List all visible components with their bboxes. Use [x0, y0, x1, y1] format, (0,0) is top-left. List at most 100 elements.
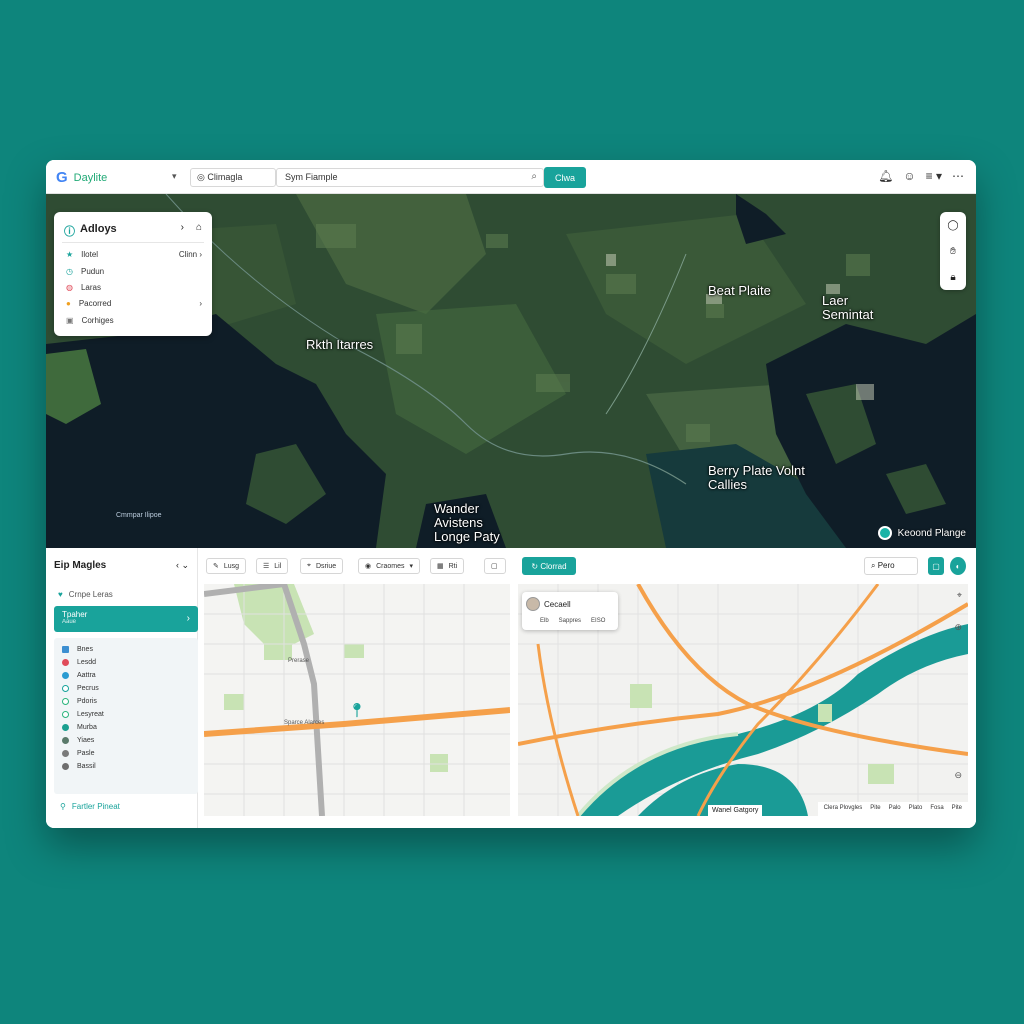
chevron-down-icon: ▾ [409, 563, 414, 570]
map-label-bern: Berry Plate Volnt Callies [708, 463, 805, 492]
clock-icon: ◷ [66, 267, 73, 276]
sidebar-item[interactable]: Bnes [62, 646, 93, 653]
sidebar-item[interactable]: Pdoris [62, 698, 97, 705]
go-button[interactable]: Clwa [544, 167, 586, 188]
toolbar-btn-label: Dsriue [315, 562, 337, 570]
sidebar-item[interactable]: Lesdd [62, 659, 96, 666]
pencil-icon: ✎ [213, 563, 219, 570]
legend-label: Keoond Plange [897, 527, 966, 539]
dot-icon [62, 711, 69, 718]
chevron-right-icon[interactable]: › [181, 222, 184, 233]
legend-item[interactable]: Pite [952, 805, 962, 813]
sidebar-item[interactable]: Murba [62, 724, 97, 731]
sidebar-item[interactable]: Bassil [62, 763, 96, 770]
sidebar-item-label: Pasle [77, 750, 95, 757]
legend-item[interactable]: Clera Plovgles [824, 805, 863, 813]
user-icon[interactable]: ☺ [903, 169, 915, 183]
layer-item-pacorred[interactable]: ● Pacorred [66, 299, 111, 308]
toolbar-btn-edit[interactable]: ✎ Lusg [206, 558, 247, 574]
compass-icon[interactable]: ◯ [947, 220, 958, 231]
map-label-beat: Beat Plaite [708, 283, 771, 298]
sidebar-item[interactable]: Aattra [62, 672, 96, 679]
location-icon[interactable]: ⌖ [957, 590, 962, 601]
sidebar-item-label: Aattra [77, 672, 96, 679]
sidebar-item[interactable]: Pasle [62, 750, 95, 757]
layer-label: Pacorred [78, 299, 112, 308]
street-map-left-graphic [204, 584, 510, 816]
logo-mark: G [56, 169, 68, 186]
layer-label: Laras [80, 283, 101, 292]
layer-item-corhiges[interactable]: ▣ Corhiges [66, 316, 114, 325]
chevron-right-icon[interactable]: › [199, 299, 202, 308]
chevron-right-icon: › [186, 613, 190, 624]
grid-icon: ▣ [66, 316, 74, 325]
settings-button[interactable]: ◐ [950, 557, 966, 575]
sidebar: Eip Magles ‹ ⌄ ♥ Crnpe Leras Tpaher Aaue… [46, 548, 198, 828]
map-label-kith: Rkth Itarres [306, 337, 374, 352]
toolbar-btn-extra[interactable]: ▢ [484, 558, 506, 574]
toolbar-btn-compare[interactable]: ◉ Craomes ▾ [358, 558, 421, 574]
sidebar-item-active[interactable]: Tpaher Aaue › [54, 606, 198, 632]
top-icons: 🔔︎ ☺ ≡ ▾ ⋯ [878, 169, 964, 183]
brand-name: Daylite [73, 171, 108, 184]
map-caption: Wanel Gatgory [708, 805, 763, 816]
search-icon[interactable]: ⌕ [531, 171, 537, 182]
layer-item-hotel[interactable]: ★ Ilotel [66, 250, 98, 259]
app-logo[interactable]: G Daylite [56, 169, 107, 186]
location-pin-icon[interactable]: 📍︎ [348, 702, 366, 719]
legend-item[interactable]: Palo [889, 805, 901, 813]
filter-button[interactable]: ▢ [928, 557, 944, 575]
sidebar-item-label: Bassil [77, 763, 96, 770]
sidebar-controls[interactable]: ‹ ⌄ [176, 560, 189, 571]
map-search-input[interactable]: ⌕ Pero [864, 557, 918, 575]
layer-extra-label: Clinn [178, 250, 198, 259]
sidebar-subtitle[interactable]: ♥ Crnpe Leras [58, 590, 113, 599]
pan-icon[interactable]: ✋︎ [950, 246, 956, 257]
location-field[interactable]: ◎ Climagla [190, 168, 276, 187]
sidebar-item[interactable]: Lesyreat [62, 711, 104, 718]
toolbar-btn-rti[interactable]: ▦ Rti [430, 558, 465, 574]
layer-extra[interactable]: Clinn › [179, 250, 202, 259]
map-small-label: Cmmpar Ilipoe [116, 512, 162, 519]
home-icon[interactable]: ⌂ [196, 222, 202, 233]
sidebar-subtitle-label: Crnpe Leras [68, 590, 113, 599]
legend-item[interactable]: Fosa [930, 805, 943, 813]
user-icon: ⚲ [60, 802, 66, 811]
dot-icon [62, 724, 69, 731]
satellite-map[interactable]: Rkth Itarres Beat Plaite Laer Semintat B… [46, 194, 976, 548]
street-map-right[interactable]: Cecaell Elb Sappres EISO ⌖ ⊕ ⊖ Wanel Gat… [518, 584, 968, 816]
park-label: Prerase [288, 658, 310, 664]
toolbar-btn-drive[interactable]: ⌖ Dsriue [300, 558, 344, 574]
sidebar-item[interactable]: Yiaes [62, 737, 94, 744]
dot-icon [62, 672, 69, 679]
zoom-in-icon[interactable]: ⊕ [954, 622, 962, 633]
location-value: Climagla [207, 172, 243, 182]
sidebar-item[interactable]: Pecrus [62, 685, 99, 692]
map-legend: Keoond Plange [877, 526, 966, 540]
star-icon: ★ [66, 250, 74, 259]
legend-item[interactable]: Plato [909, 805, 923, 813]
place-card[interactable]: Cecaell Elb Sappres EISO [522, 592, 618, 630]
sidebar-item-label: Lesyreat [77, 711, 104, 718]
sidebar-footer[interactable]: ⚲ Fartler Pineat [60, 802, 120, 811]
primary-button[interactable]: ↻ Clorrad [522, 557, 576, 575]
calendar-icon: ▦ [437, 563, 444, 570]
zoom-out-icon[interactable]: ⊖ [954, 770, 962, 781]
lock-icon[interactable]: 🔒︎ [950, 272, 955, 283]
dot-icon [62, 698, 69, 705]
street-map-left[interactable]: Sparce Alarces Prerase 📍︎ [204, 584, 510, 816]
bell-icon[interactable]: 🔔︎ [878, 169, 893, 183]
primary-button-label: Clorrad [540, 561, 567, 571]
layers-panel-header: ⓘ Adloys [64, 223, 117, 239]
layer-item-laras[interactable]: ◍ Laras [66, 283, 101, 292]
legend-item[interactable]: Pite [870, 805, 880, 813]
dot-icon [62, 737, 69, 744]
layer-label: Corhiges [81, 316, 114, 325]
chevron-down-icon[interactable]: ▾ [172, 171, 177, 182]
menu-icon[interactable]: ≡ ▾ [926, 169, 942, 183]
square-icon: ▢ [491, 563, 498, 570]
layer-item-pudun[interactable]: ◷ Pudun [66, 267, 104, 276]
search-input[interactable]: Sym Fiample ⌕ [276, 168, 544, 187]
toolbar-btn-list[interactable]: ☰ Lil [256, 558, 289, 574]
more-icon[interactable]: ⋯ [952, 169, 964, 183]
